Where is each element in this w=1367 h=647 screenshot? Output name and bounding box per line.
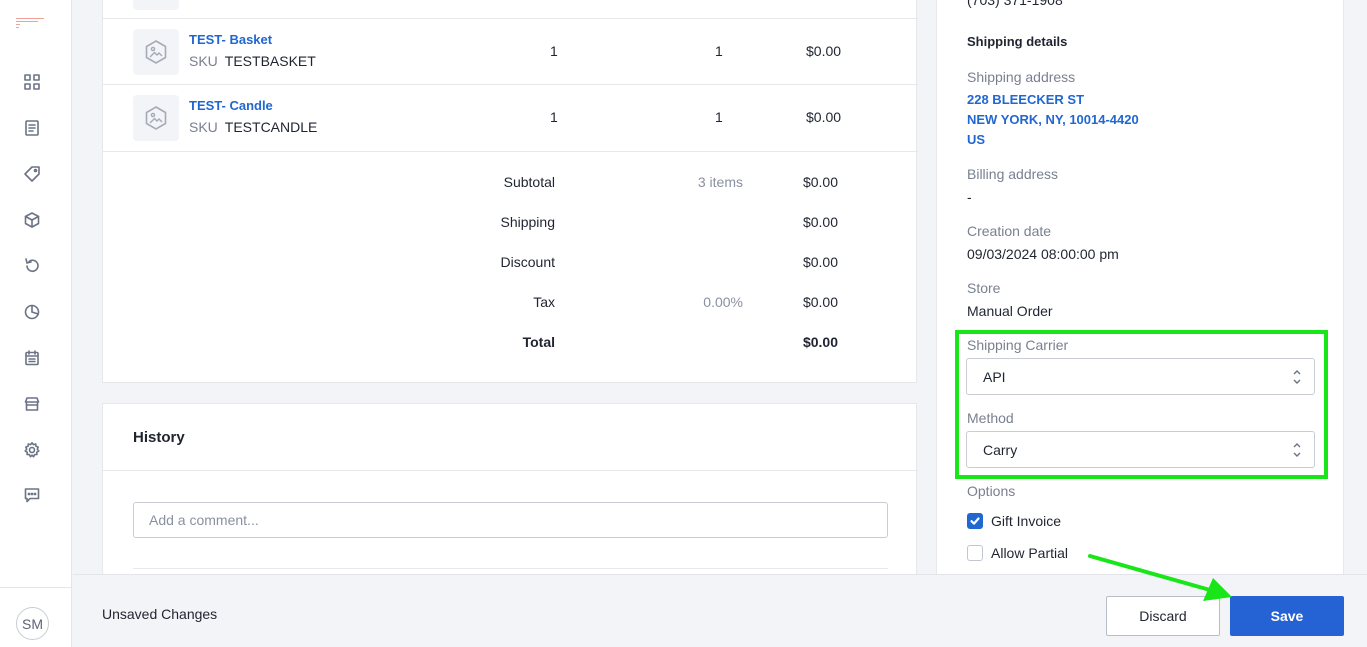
gift-invoice-checkbox[interactable] — [967, 513, 983, 529]
quantity: 1 — [550, 109, 558, 125]
quantity: 1 — [550, 43, 558, 59]
reports-icon[interactable] — [22, 302, 42, 322]
dashboard-icon[interactable] — [22, 72, 42, 92]
product-link[interactable]: TEST- Basket — [189, 32, 272, 47]
comment-input[interactable] — [133, 502, 888, 538]
table-row: TEST- Basket SKU TESTBASKET 1 1 $0.00 — [103, 19, 918, 85]
table-row: TEST- Candle SKU TESTCANDLE 1 1 $0.00 — [103, 85, 918, 152]
billing-address-value: - — [967, 189, 972, 205]
logo — [16, 16, 46, 30]
store-label: Store — [967, 280, 1001, 296]
history-title: History — [133, 429, 185, 446]
tax-row: Tax 0.00% $0.00 — [533, 294, 838, 310]
method-value: Carry — [983, 441, 1018, 458]
divider — [103, 470, 918, 471]
item-row-partial — [103, 0, 918, 19]
allow-partial-label: Allow Partial — [991, 545, 1069, 561]
box-icon[interactable] — [22, 210, 42, 230]
price: $0.00 — [806, 109, 842, 125]
orders-icon[interactable] — [22, 118, 42, 138]
allow-partial-checkbox[interactable] — [967, 545, 983, 561]
shipping-address[interactable]: 228 BLEECKER ST NEW YORK, NY, 10014-4420… — [967, 90, 1139, 150]
product-sku: SKU TESTCANDLE — [189, 119, 318, 135]
tag-icon[interactable] — [22, 164, 42, 184]
total-row: Total $0.00 — [522, 334, 838, 350]
product-image-placeholder — [133, 0, 179, 10]
price: $0.00 — [806, 43, 842, 59]
divider — [133, 568, 888, 569]
sidebar-footer: SM — [0, 587, 72, 647]
image-placeholder-icon — [133, 95, 179, 141]
product-link[interactable]: TEST- Candle — [189, 98, 273, 113]
fulfilled-quantity: 1 — [715, 109, 723, 125]
method-select[interactable]: Carry — [966, 431, 1315, 468]
unsaved-changes-text: Unsaved Changes — [102, 606, 218, 622]
sidebar: SM — [0, 0, 72, 647]
store-icon[interactable] — [22, 394, 42, 414]
shipping-details-heading: Shipping details — [967, 34, 1068, 49]
returns-icon[interactable] — [22, 256, 42, 276]
shipping-carrier-select[interactable]: API — [966, 358, 1315, 395]
shipping-carrier-value: API — [983, 368, 1006, 385]
settings-icon[interactable] — [22, 440, 42, 460]
shipping-row: Shipping $0.00 — [500, 214, 839, 230]
customer-phone: (703) 371-1908 — [967, 0, 1063, 8]
avatar[interactable]: SM — [16, 607, 49, 640]
discount-row: Discount $0.00 — [500, 254, 838, 270]
chat-icon[interactable] — [22, 485, 42, 505]
subtotal-row: Subtotal 3 items $0.00 — [503, 174, 838, 190]
method-label: Method — [967, 410, 1014, 426]
calendar-icon[interactable] — [22, 348, 42, 368]
store-value: Manual Order — [967, 303, 1053, 319]
product-sku: SKU TESTBASKET — [189, 53, 316, 69]
billing-address-label: Billing address — [967, 166, 1059, 182]
creation-date-label: Creation date — [967, 223, 1052, 239]
fulfilled-quantity: 1 — [715, 43, 723, 59]
unsaved-changes-bar: Unsaved Changes Discard Save — [73, 574, 1367, 647]
order-items-card: TEST- Basket SKU TESTBASKET 1 1 $0.00 TES… — [102, 0, 918, 383]
chevron-updown-icon — [1292, 439, 1302, 461]
checkmark-icon — [970, 517, 980, 525]
options-label: Options — [967, 483, 1016, 499]
gift-invoice-label: Gift Invoice — [991, 513, 1062, 529]
chevron-updown-icon — [1292, 366, 1302, 388]
discard-button[interactable]: Discard — [1106, 596, 1220, 636]
creation-date-value: 09/03/2024 08:00:00 pm — [967, 246, 1119, 262]
shipping-carrier-label: Shipping Carrier — [967, 337, 1069, 353]
image-placeholder-icon — [133, 29, 179, 75]
shipping-address-label: Shipping address — [967, 69, 1076, 85]
order-details-card: (703) 371-1908 Shipping details Shipping… — [936, 0, 1344, 580]
save-button[interactable]: Save — [1230, 596, 1344, 636]
